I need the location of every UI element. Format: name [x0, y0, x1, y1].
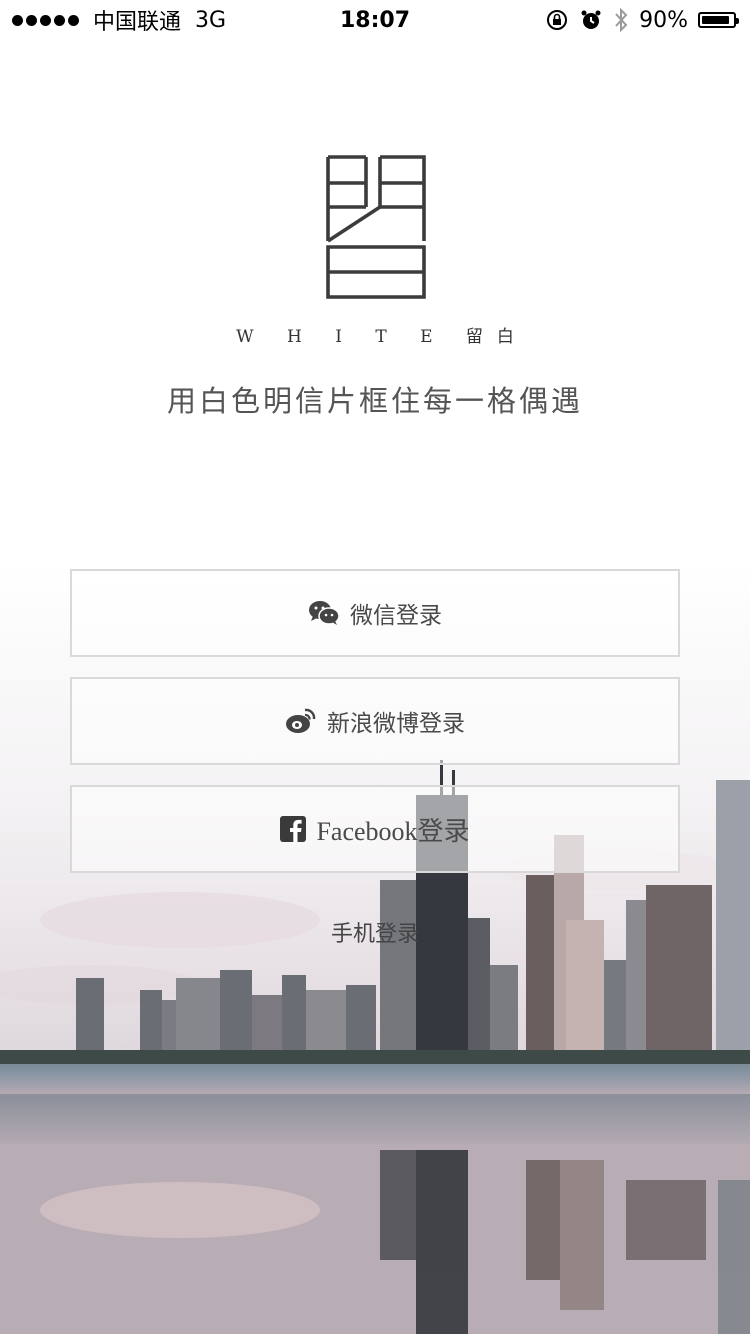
network-type: 3G: [195, 7, 227, 33]
signal-dots-icon: [12, 14, 79, 26]
wechat-icon: [308, 600, 340, 626]
brand-name: W H I T E 留白: [236, 327, 528, 347]
facebook-icon: [280, 816, 307, 842]
weibo-login-label: 新浪微博登录: [327, 711, 465, 737]
battery-level-fill: [702, 16, 729, 24]
facebook-login-button[interactable]: Facebook登录: [70, 785, 680, 873]
white-logo-icon: [326, 155, 426, 299]
phone-login-link[interactable]: 手机登录: [0, 916, 750, 948]
wechat-login-label: 微信登录: [350, 603, 442, 629]
alarm-icon: [581, 10, 601, 29]
wechat-login-button[interactable]: 微信登录: [70, 569, 680, 657]
battery-icon: [698, 12, 739, 28]
weibo-login-button[interactable]: 新浪微博登录: [70, 677, 680, 765]
bluetooth-icon: [615, 7, 628, 33]
battery-percent: 90%: [639, 7, 688, 33]
brand-tagline: 用白色明信片框住每一格偶遇: [166, 384, 583, 418]
carrier-name: 中国联通: [93, 10, 182, 35]
status-left: 中国联通 3G: [0, 4, 226, 36]
orientation-lock-icon: [547, 10, 568, 30]
status-bar: 中国联通 3G 18:07 90%: [0, 0, 750, 40]
facebook-login-label: Facebook登录: [316, 816, 470, 846]
status-right: 90%: [545, 7, 750, 33]
weibo-icon: [285, 707, 317, 735]
